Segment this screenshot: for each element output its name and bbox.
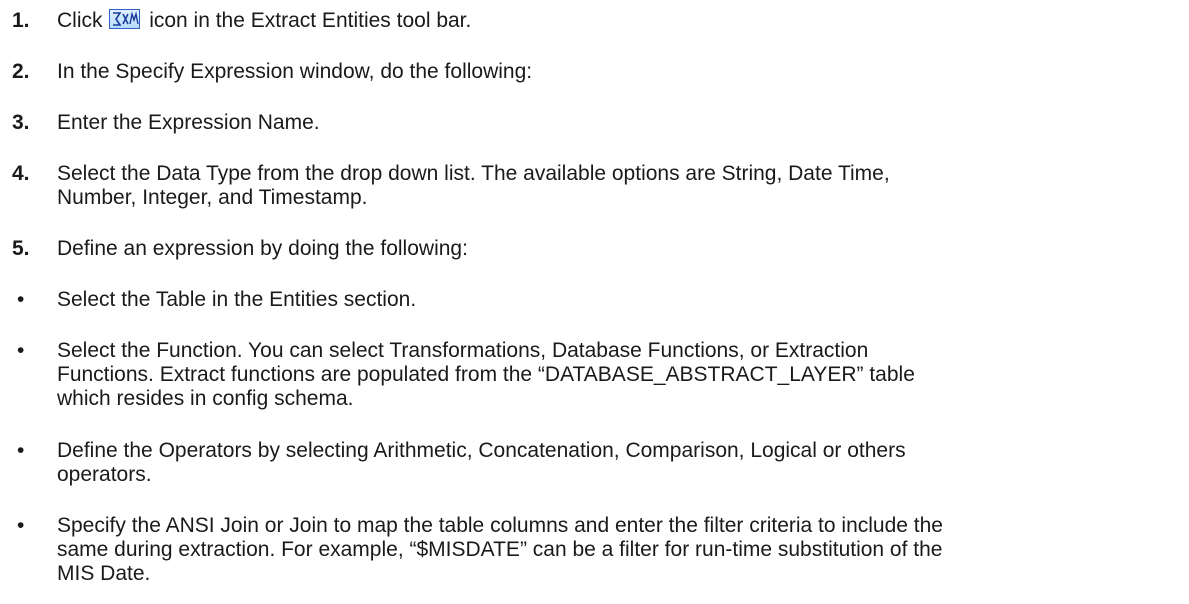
- bullet-item: • Select the Function. You can select Tr…: [0, 339, 1180, 411]
- bullet-icon: •: [17, 514, 25, 537]
- bullet-text-line: MIS Date.: [57, 562, 151, 585]
- bullet-icon: •: [17, 339, 25, 362]
- step-5: 5. Define an expression by doing the fol…: [0, 237, 1180, 261]
- bullet-text-line: Select the Function. You can select Tran…: [57, 339, 869, 362]
- step-text: Click: [57, 9, 103, 32]
- step-2: 2. In the Specify Expression window, do …: [0, 60, 1180, 84]
- step-text-line: Number, Integer, and Timestamp.: [57, 186, 368, 209]
- step-number: 5.: [12, 237, 30, 260]
- step-text-line: Select the Data Type from the drop down …: [57, 162, 890, 185]
- step-number: 3.: [12, 111, 30, 134]
- step-3: 3. Enter the Expression Name.: [0, 111, 1180, 135]
- step-text: In the Specify Expression window, do the…: [57, 60, 533, 83]
- bullet-item: • Specify the ANSI Join or Join to map t…: [0, 514, 1180, 586]
- step-number: 2.: [12, 60, 30, 83]
- bullet-icon: •: [17, 288, 25, 311]
- bullet-text-line: Functions. Extract functions are populat…: [57, 363, 915, 386]
- bullet-text-line: same during extraction. For example, “$M…: [57, 538, 943, 561]
- step-number: 4.: [12, 162, 30, 185]
- bullet-text-line: Select the Table in the Entities section…: [57, 288, 417, 311]
- step-text: icon in the Extract Entities tool bar.: [149, 9, 472, 32]
- bullet-text-line: operators.: [57, 463, 152, 486]
- bullet-icon: •: [17, 439, 25, 462]
- step-1: 1. Click icon in the Extract Entities to…: [0, 9, 1180, 33]
- step-text: Enter the Expression Name.: [57, 111, 320, 134]
- document-body: 1. Click icon in the Extract Entities to…: [0, 0, 1189, 604]
- bullet-text-line: Define the Operators by selecting Arithm…: [57, 439, 906, 462]
- expression-icon: [109, 9, 141, 29]
- bullet-item: • Select the Table in the Entities secti…: [0, 288, 1180, 312]
- bullet-text-line: which resides in config schema.: [57, 387, 354, 410]
- bullet-item: • Define the Operators by selecting Arit…: [0, 439, 1180, 487]
- step-number: 1.: [12, 9, 30, 32]
- step-4: 4. Select the Data Type from the drop do…: [0, 162, 1180, 210]
- step-text: Define an expression by doing the follow…: [57, 237, 468, 260]
- bullet-text-line: Specify the ANSI Join or Join to map the…: [57, 514, 943, 537]
